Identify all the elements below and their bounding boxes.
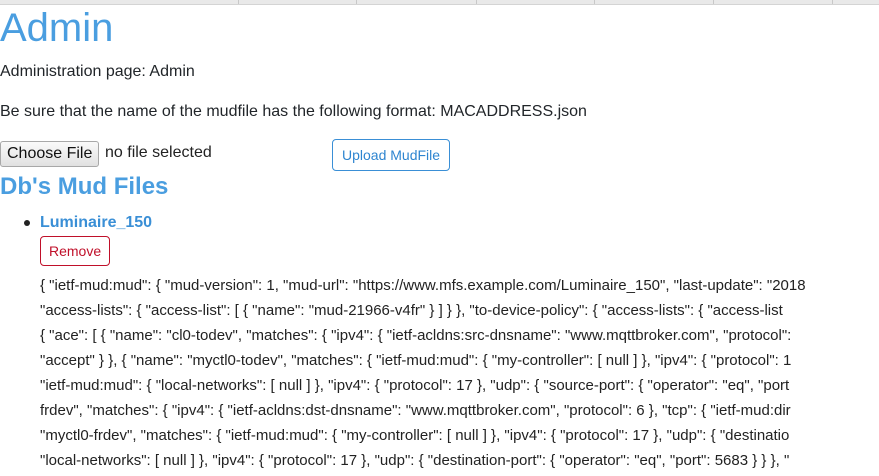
upload-mudfile-button[interactable]: Upload MudFile (332, 139, 451, 171)
json-line: { "ace": [ { "name": "cl0-todev", "match… (40, 327, 792, 344)
page-subtitle: Administration page: Admin (0, 63, 195, 80)
json-line: "myctl0-frdev", "matches": { "ietf-mud:m… (40, 427, 790, 444)
remove-button[interactable]: Remove (40, 236, 111, 266)
mudfile-json-content: { "ietf-mud:mud": { "mud-version": 1, "m… (40, 276, 879, 476)
json-line: "access-lists": { "access-list": [ { "na… (40, 302, 783, 319)
json-line: "local-networks": [ null ] }, "ipv4": { … (40, 452, 790, 469)
file-status-text: no file selected (105, 144, 212, 161)
json-line: { "ietf-mud:mud": { "mud-version": 1, "m… (40, 277, 806, 294)
mudfile-link[interactable]: Luminaire_150 (40, 213, 152, 233)
json-line: "accept" } }, { "name": "myctl0-todev", … (40, 352, 792, 369)
choose-file-button[interactable]: Choose File (0, 141, 100, 167)
admin-page: Admin Administration page: Admin Be sure… (0, 0, 879, 476)
format-instructions: Be sure that the name of the mudfile has… (0, 103, 587, 120)
page-title: Admin (0, 6, 114, 50)
json-line: "ietf-mud:mud": { "local-networks": [ nu… (40, 377, 790, 394)
json-line: frdev", "matches": { "ipv4": { "ietf-acl… (40, 402, 791, 419)
list-bullet (24, 220, 30, 226)
section-title: Db's Mud Files (0, 173, 169, 200)
